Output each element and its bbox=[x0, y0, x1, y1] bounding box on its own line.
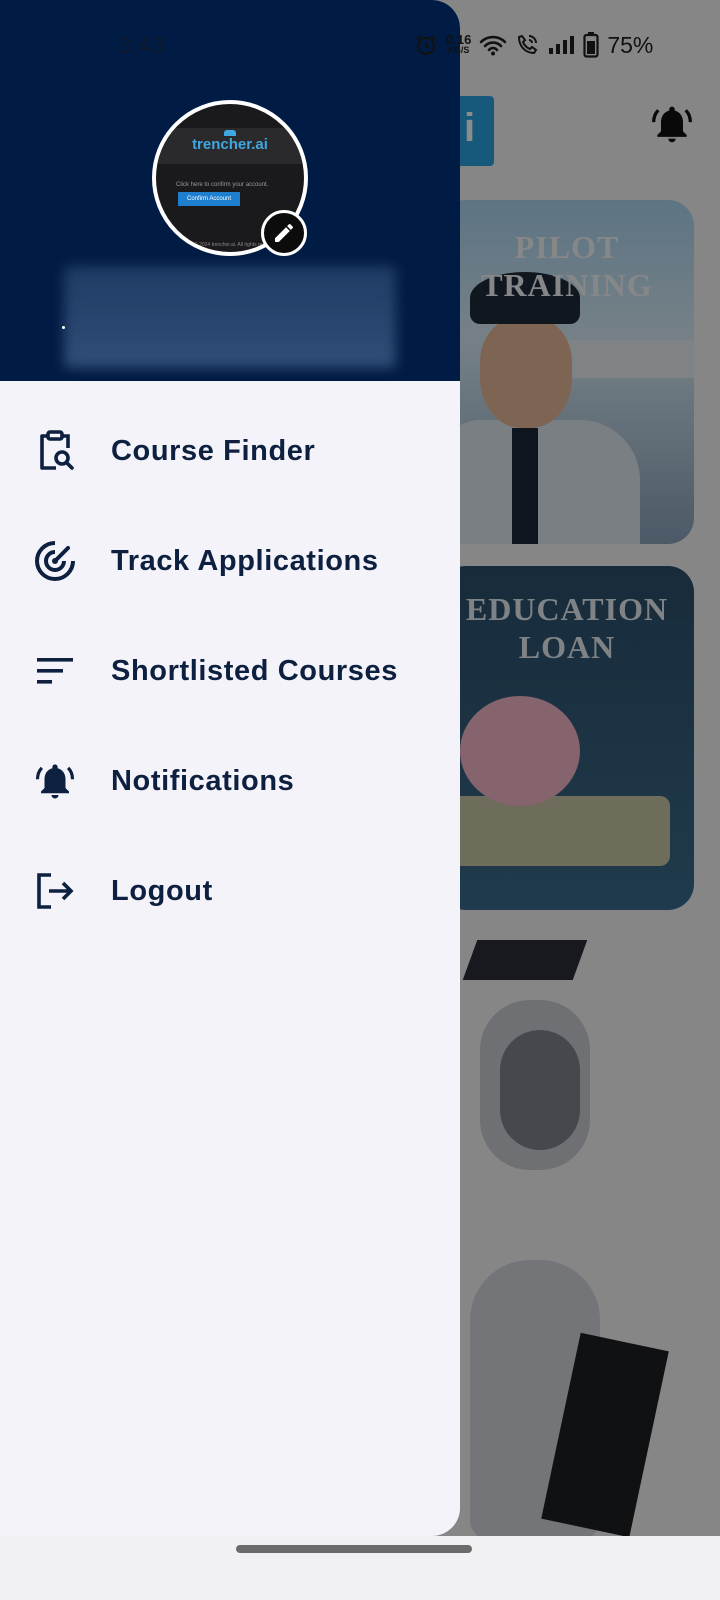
logout-icon bbox=[34, 870, 76, 912]
avatar-confirm-text: Click here to confirm your account. bbox=[176, 182, 269, 188]
menu-item-logout[interactable]: Logout bbox=[0, 836, 460, 946]
menu-label: Course Finder bbox=[111, 434, 316, 467]
home-indicator[interactable] bbox=[236, 1545, 472, 1553]
menu-label: Notifications bbox=[111, 764, 295, 797]
wifi-call-icon bbox=[518, 34, 538, 55]
signal-icon bbox=[549, 36, 575, 54]
status-icons: 0.16 KB/S 75% bbox=[414, 30, 653, 60]
menu-label: Track Applications bbox=[111, 544, 379, 577]
menu-item-notifications[interactable]: Notifications bbox=[0, 726, 460, 836]
pencil-icon bbox=[275, 223, 293, 242]
clipboard-search-icon bbox=[34, 430, 76, 472]
user-name-blurred bbox=[64, 266, 396, 368]
radar-icon bbox=[34, 540, 76, 582]
battery-percent: 75% bbox=[607, 31, 654, 58]
menu-item-shortlisted-courses[interactable]: Shortlisted Courses bbox=[0, 616, 460, 726]
avatar-brand-text: trencher.ai bbox=[192, 136, 268, 153]
menu-item-course-finder[interactable]: Course Finder bbox=[0, 396, 460, 506]
bell-icon bbox=[34, 760, 76, 802]
net-speed-unit: KB/S bbox=[447, 45, 470, 55]
battery-icon bbox=[583, 32, 599, 58]
network-speed: 0.16 KB/S bbox=[446, 32, 472, 55]
net-speed-value: 0.16 bbox=[446, 32, 472, 47]
status-bar: 3:43 0.16 KB/S 75% bbox=[0, 0, 720, 90]
menu-label: Logout bbox=[111, 874, 213, 907]
wifi-icon bbox=[480, 35, 507, 56]
navigation-drawer: trencher.ai Click here to confirm your a… bbox=[0, 0, 460, 1536]
alarm-icon bbox=[416, 35, 436, 56]
blur-dot bbox=[62, 326, 65, 329]
status-time: 3:43 bbox=[118, 32, 165, 58]
menu-item-track-applications[interactable]: Track Applications bbox=[0, 506, 460, 616]
edit-profile-button[interactable] bbox=[261, 210, 307, 256]
menu-label: Shortlisted Courses bbox=[111, 654, 398, 687]
avatar-confirm-button: Confirm Account bbox=[178, 192, 240, 206]
sort-lines-icon bbox=[34, 650, 76, 692]
